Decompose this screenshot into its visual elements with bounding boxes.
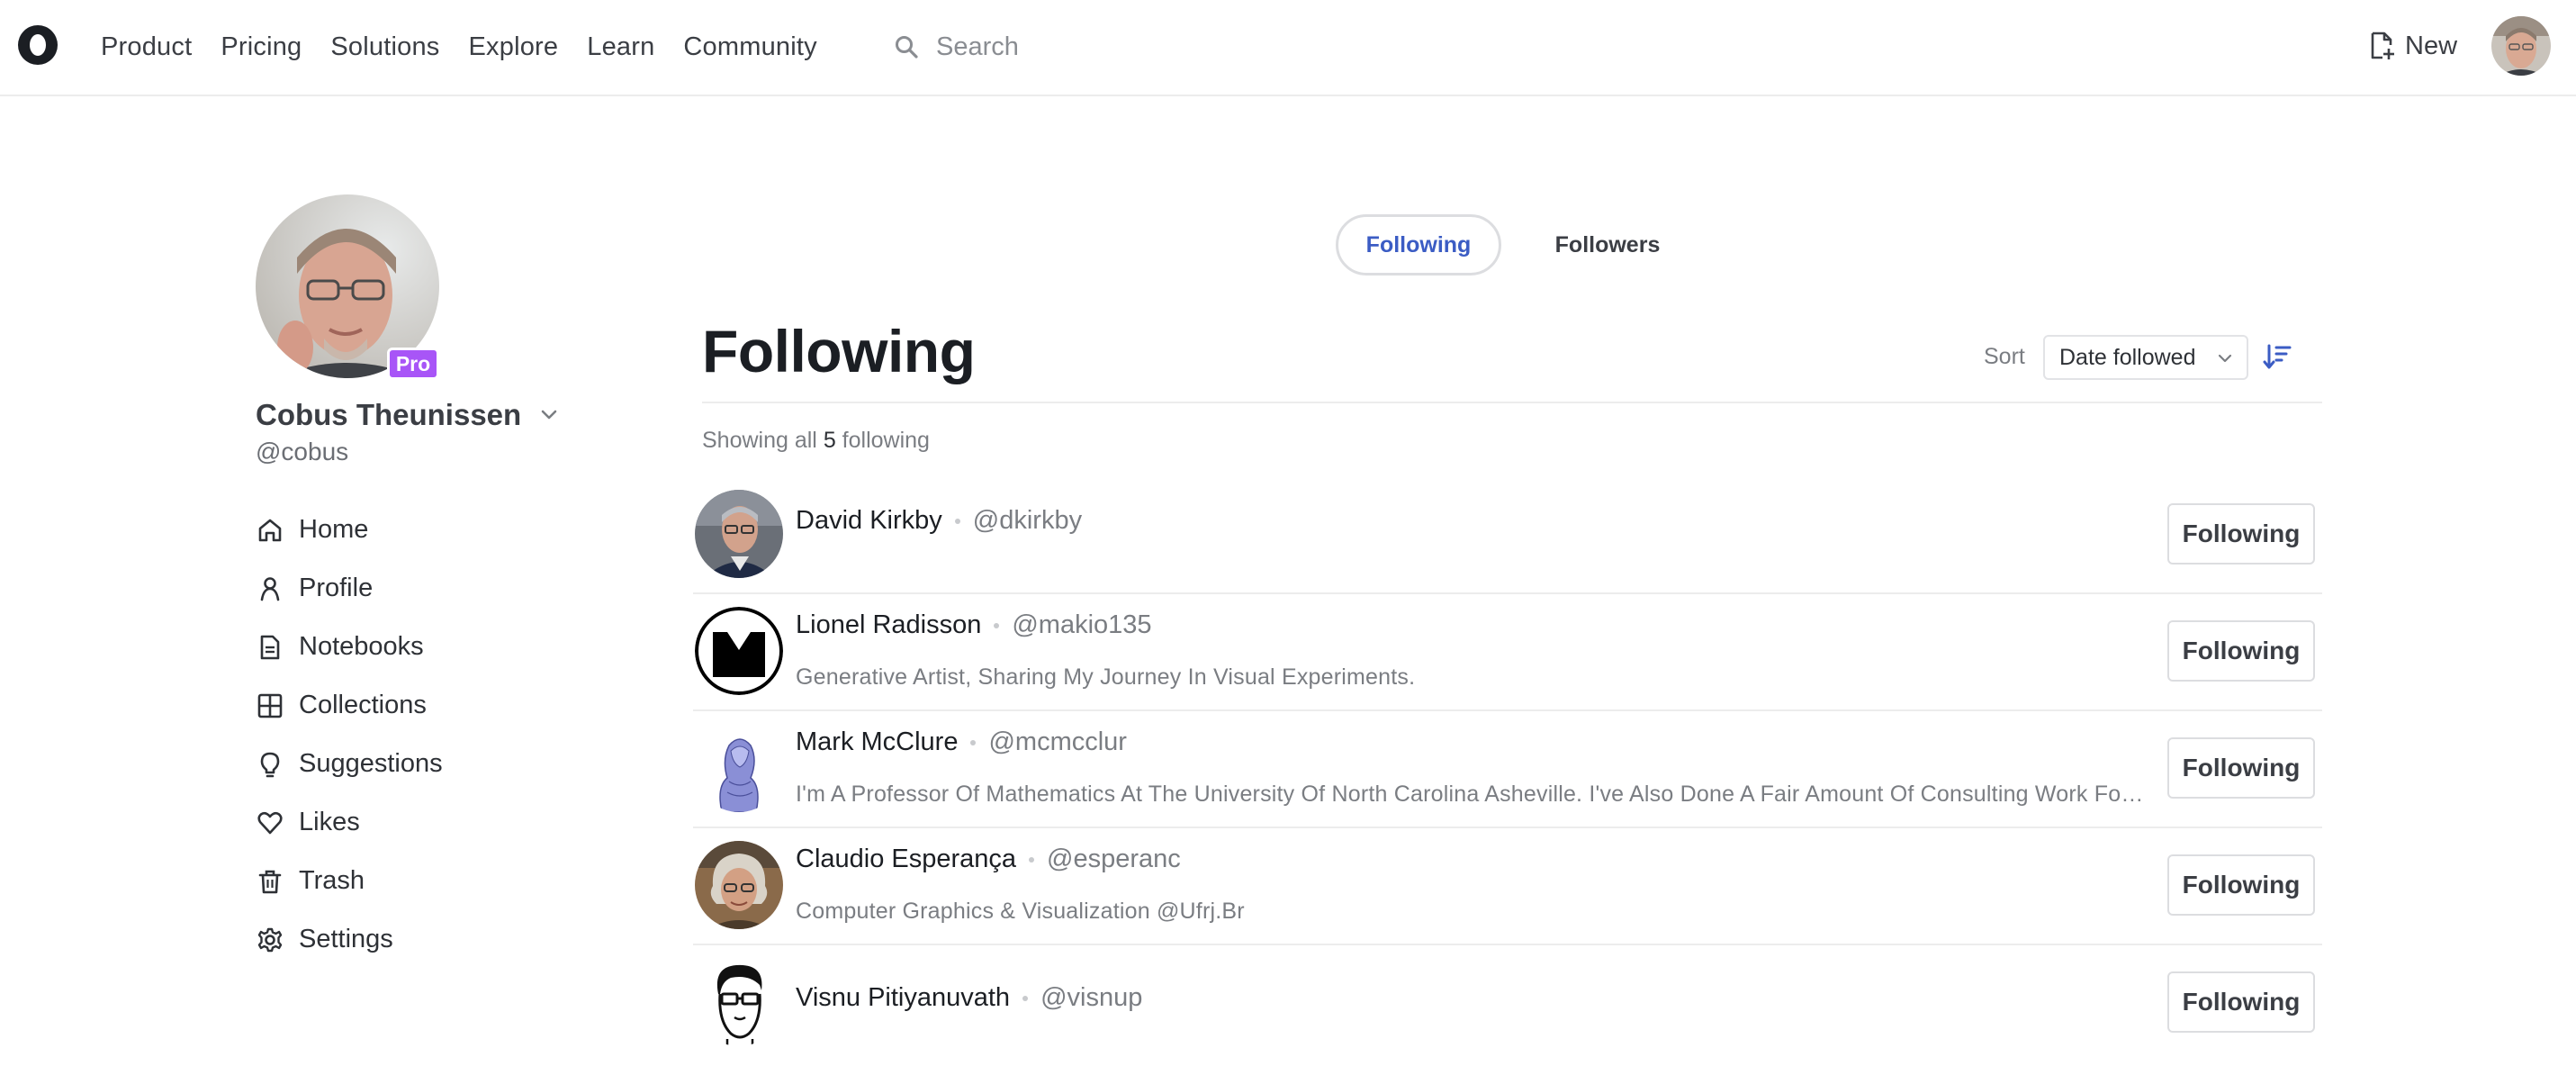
showing-prefix: Showing all [702,428,817,453]
user-bio: Generative Artist, Sharing My Journey In… [796,664,1416,690]
separator-dot [1022,995,1029,1001]
tab-following[interactable]: Following [1336,214,1501,276]
user-avatar[interactable] [695,490,783,578]
user-bio: I'm A Professor Of Mathematics At The Un… [796,781,2146,807]
search-icon [896,36,918,59]
user-avatar[interactable] [2491,16,2551,76]
following-count: 5 [823,428,836,453]
new-button[interactable]: New [2369,25,2457,67]
search-placeholder: Search [936,32,1019,61]
user-handle[interactable]: @esperanc [1047,845,1181,874]
grid-icon [256,691,284,720]
user-line: Claudio Esperança @esperanc [796,845,1181,874]
sidebar-item-label: Profile [299,574,374,602]
user-name[interactable]: David Kirkby [796,506,942,536]
separator-dot [970,739,977,745]
user-line: Lionel Radisson @makio135 [796,610,1152,640]
tab-followers[interactable]: Followers [1519,214,1696,276]
chevron-down-icon [2218,354,2232,363]
new-button-label: New [2405,31,2458,60]
separator-dot [994,622,1000,628]
list-item: Claudio Esperança @esperanc Computer Gra… [693,828,2322,945]
lightbulb-icon [256,750,284,779]
list-item: Lionel Radisson @makio135 Generative Art… [693,594,2322,711]
sort-select-value: Date followed [2059,344,2196,370]
home-icon [256,516,284,545]
nav-product[interactable]: Product [101,32,192,62]
user-name[interactable]: Mark McClure [796,727,958,757]
heart-icon [256,809,284,837]
nav-pricing[interactable]: Pricing [221,32,302,62]
primary-nav: Product Pricing Solutions Explore Learn … [101,0,846,94]
separator-dot [1029,856,1035,863]
divider [702,402,2322,403]
user-handle[interactable]: @dkirkby [973,506,1082,536]
sidebar-item-home[interactable]: Home [256,501,443,559]
separator-dot [954,518,960,524]
sort-direction-icon[interactable] [2263,342,2292,371]
sidebar-item-notebooks[interactable]: Notebooks [256,618,443,676]
following-button[interactable]: Following [2167,503,2315,565]
profile-handle: @cobus [256,438,349,465]
sidebar-item-profile[interactable]: Profile [256,559,443,618]
nav-learn[interactable]: Learn [587,32,654,62]
user-avatar[interactable] [695,607,783,695]
user-name[interactable]: Claudio Esperança [796,845,1016,874]
list-item: Mark McClure @mcmcclur I'm A Professor O… [693,711,2322,828]
top-navbar: Product Pricing Solutions Explore Learn … [0,0,2576,96]
nav-solutions[interactable]: Solutions [330,32,439,62]
sidebar-item-settings[interactable]: Settings [256,910,443,969]
nav-explore[interactable]: Explore [469,32,559,62]
person-icon [256,574,284,603]
following-button[interactable]: Following [2167,971,2315,1033]
trash-icon [256,867,284,896]
following-button[interactable]: Following [2167,620,2315,682]
nav-community[interactable]: Community [683,32,816,62]
profile-name-menu[interactable]: Cobus Theunissen [256,398,557,432]
following-list: David Kirkby @dkirkby Following Lionel R… [693,477,2322,1062]
user-line: Mark McClure @mcmcclur [796,727,1127,757]
following-button[interactable]: Following [2167,854,2315,916]
pro-badge: Pro [387,348,439,380]
user-avatar[interactable] [695,841,783,929]
user-handle[interactable]: @visnup [1040,983,1142,1013]
sidebar-item-likes[interactable]: Likes [256,793,443,852]
user-handle[interactable]: @mcmcclur [988,727,1126,757]
sidebar-item-label: Trash [299,866,365,895]
page-title: Following [702,318,976,384]
following-count-text: Showing all 5 following [702,428,930,454]
profile-name: Cobus Theunissen [256,398,522,431]
notebook-icon [256,633,284,662]
sidebar-item-label: Settings [299,925,393,953]
new-document-icon [2371,32,2394,59]
sort-select[interactable]: Date followed [2043,335,2248,380]
list-item: Visnu Pitiyanuvath @visnup Following [693,945,2322,1062]
showing-suffix: following [842,428,930,453]
sidebar-item-label: Suggestions [299,749,443,778]
sidebar-item-collections[interactable]: Collections [256,676,443,735]
user-handle[interactable]: @makio135 [1012,610,1151,640]
user-name[interactable]: Lionel Radisson [796,610,981,640]
sidebar-item-label: Notebooks [299,632,424,661]
chevron-down-icon [541,410,557,420]
sidebar-item-trash[interactable]: Trash [256,852,443,910]
user-name[interactable]: Visnu Pitiyanuvath [796,983,1010,1013]
user-line: David Kirkby @dkirkby [796,506,1082,536]
sort-label: Sort [1984,344,2025,369]
sidebar-item-suggestions[interactable]: Suggestions [256,735,443,793]
sidebar-item-label: Home [299,515,369,544]
sidebar-item-label: Collections [299,691,427,719]
observable-logo-icon[interactable] [16,23,59,68]
gear-icon [256,926,284,954]
user-bio: Computer Graphics & Visualization @Ufrj.… [796,899,1245,924]
list-item: David Kirkby @dkirkby Following [693,477,2322,594]
search-input[interactable]: Search [893,27,1019,67]
sidebar-item-label: Likes [299,808,360,836]
user-avatar[interactable] [695,958,783,1046]
user-line: Visnu Pitiyanuvath @visnup [796,983,1142,1013]
user-avatar[interactable] [695,724,783,812]
following-button[interactable]: Following [2167,737,2315,799]
follow-tabs: Following Followers [1336,214,1696,276]
sidebar-nav: Home Profile Notebooks Collections Sugge… [256,501,443,969]
